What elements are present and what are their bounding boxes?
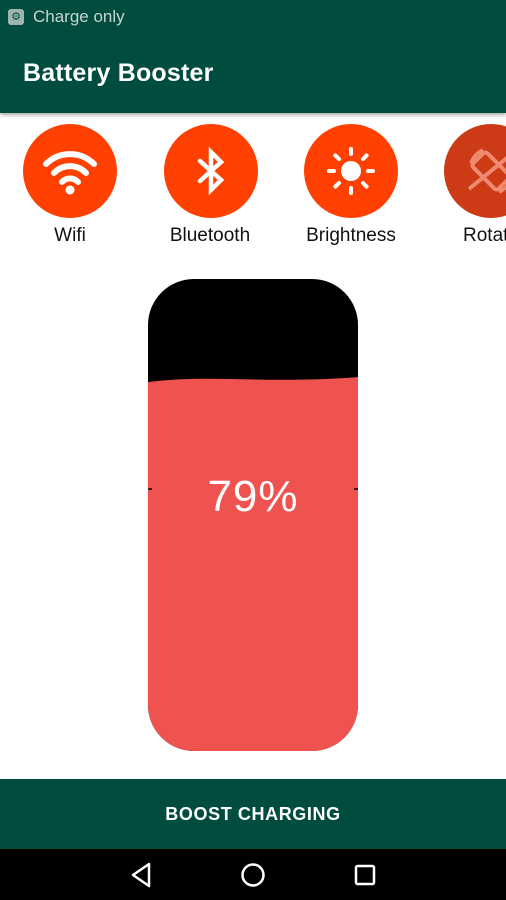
quick-toggles: Wifi Bluetooth Brightness Rotat	[0, 124, 506, 254]
toggle-label: Bluetooth	[169, 225, 251, 246]
battery-percent-label: 79%	[207, 472, 299, 521]
rotate-icon	[467, 148, 506, 194]
status-bar: ⚙ Charge only	[0, 0, 506, 34]
wifi-button[interactable]	[23, 124, 117, 218]
brightness-icon	[327, 147, 375, 195]
toggle-wifi[interactable]: Wifi	[0, 124, 140, 254]
back-icon	[131, 862, 151, 888]
bluetooth-button[interactable]	[164, 124, 258, 218]
toggle-brightness[interactable]: Brightness	[281, 124, 421, 254]
toggle-bluetooth[interactable]: Bluetooth	[140, 124, 280, 254]
boost-charging-button[interactable]: BOOST CHARGING	[0, 779, 506, 849]
toggle-label: Rotate	[463, 225, 506, 246]
bluetooth-icon	[197, 146, 225, 196]
status-text: Charge only	[33, 7, 125, 26]
boost-charging-label: BOOST CHARGING	[165, 803, 341, 824]
rotate-button[interactable]	[444, 124, 506, 218]
toggle-rotate[interactable]: Rotate	[421, 124, 506, 254]
recents-icon	[354, 864, 376, 886]
home-icon	[241, 863, 265, 887]
brightness-button[interactable]	[304, 124, 398, 218]
home-button[interactable]	[237, 859, 269, 891]
settings-icon: ⚙	[8, 9, 24, 25]
recents-button[interactable]	[349, 859, 381, 891]
back-button[interactable]	[125, 859, 157, 891]
app-bar: Battery Booster	[0, 34, 506, 113]
app-screen: ⚙ Charge only Battery Booster Wifi Bluet…	[0, 0, 506, 900]
navigation-bar	[0, 849, 506, 900]
wifi-icon	[43, 151, 97, 195]
toggle-label: Wifi	[54, 225, 86, 246]
toggle-label: Brightness	[306, 225, 396, 246]
app-title: Battery Booster	[23, 59, 214, 87]
